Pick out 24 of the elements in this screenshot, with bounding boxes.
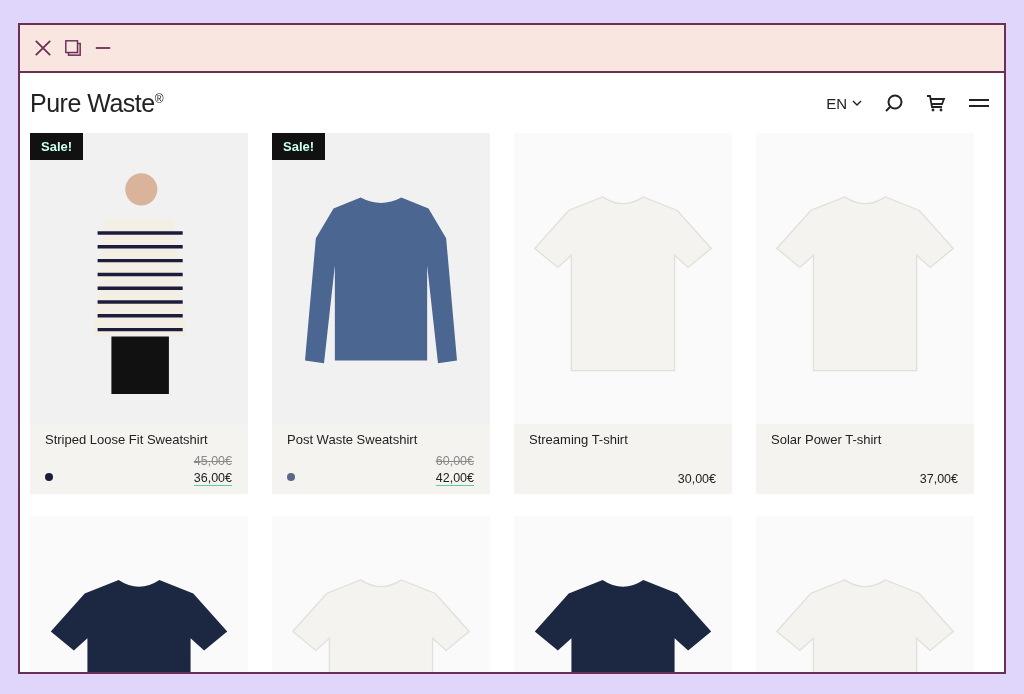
sale-badge: Sale! [30,133,84,160]
product-photo[interactable]: Sale! [30,133,248,424]
price: 42,00€ [435,471,474,486]
sale-badge: Sale! [272,133,326,160]
original-price: 60,00€ [435,454,474,468]
product-photo[interactable]: Sale! [272,133,490,424]
restore-icon[interactable] [64,39,82,57]
price: 36,00€ [193,471,232,486]
product-name[interactable]: Streaming T-shirt [529,432,716,447]
color-swatch[interactable] [287,473,295,481]
color-swatch[interactable] [45,473,53,481]
menu-icon[interactable] [968,97,990,109]
chevron-down-icon [852,100,862,106]
cart-icon[interactable] [926,93,946,113]
search-icon[interactable] [884,93,904,113]
product-name[interactable]: Solar Power T-shirt [771,432,958,447]
product-name[interactable]: Striped Loose Fit Sweatshirt [45,432,232,447]
logo[interactable]: Pure Waste$^{®}$ [30,88,164,118]
product-name[interactable]: Post Waste Sweatshirt [287,432,474,447]
price: 37,00€ [919,472,958,486]
original-price: 45,00€ [193,454,232,468]
price: 30,00€ [677,472,716,486]
close-icon[interactable] [34,39,52,57]
language-selector[interactable]: EN [826,94,862,112]
